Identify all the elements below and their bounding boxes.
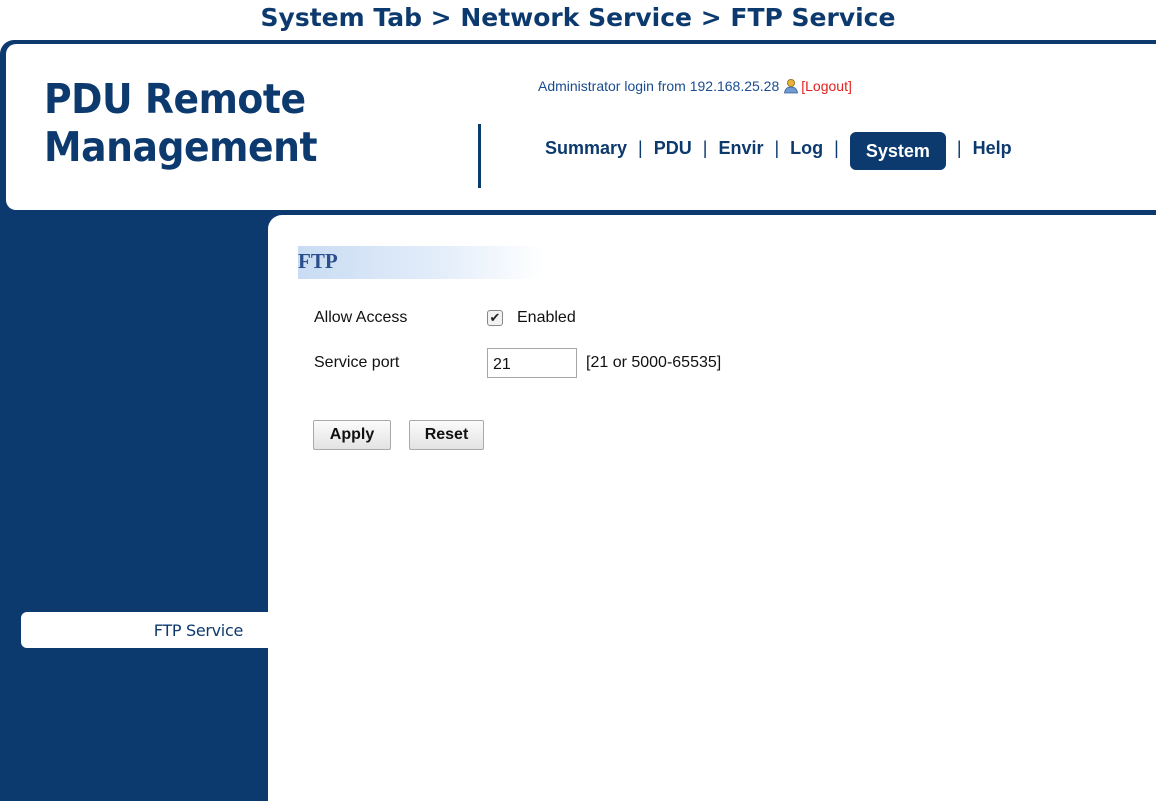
tab-system[interactable]: System — [849, 132, 946, 170]
nav-separator: | — [956, 137, 962, 158]
nav-separator: | — [774, 137, 780, 158]
service-port-label: Service port — [314, 354, 400, 371]
sidebar-item-network-service[interactable]: Network Service — [946, 364, 1131, 388]
sidebar-item-security[interactable]: Security — [1038, 328, 1131, 352]
content-panel — [268, 215, 1156, 801]
enabled-label: Enabled — [517, 309, 576, 326]
sidebar-item-label: FTP Service — [153, 621, 244, 640]
sidebar-item-snmpv3[interactable]: SNMPv3 Service — [1006, 512, 1132, 531]
brand-line-2: Management — [44, 123, 318, 171]
sidebar-item-general[interactable]: General — [1043, 292, 1131, 316]
sidebar-item-tcp-ipv6[interactable]: TCP/IPv6 — [1064, 440, 1131, 459]
brand-line-1: PDU Remote — [44, 75, 306, 123]
allow-access-label: Allow Access — [314, 309, 408, 326]
sidebar-item-console[interactable]: Console Service — [1008, 584, 1132, 603]
brand-logo: PDU Remote Management — [44, 75, 318, 171]
sidebar-item-web[interactable]: Web Service — [1035, 548, 1131, 567]
tab-summary[interactable]: Summary — [545, 138, 627, 159]
sidebar-item-ftp[interactable]: FTP Service — [21, 612, 268, 648]
tab-envir[interactable]: Envir — [718, 138, 763, 159]
tab-pdu[interactable]: PDU — [654, 138, 692, 159]
enabled-checkbox[interactable]: ✔ — [487, 310, 503, 326]
nav-separator: | — [834, 137, 839, 158]
sidebar-item-snmpv1[interactable]: SNMPv1 Service — [1006, 476, 1132, 495]
main-nav: Summary | PDU | Envir | Log | System | H… — [545, 128, 1012, 170]
page-caption: System Tab > Network Service > FTP Servi… — [260, 3, 896, 32]
sidebar-item-tcp-ipv4[interactable]: TCP/IPv4 — [1064, 402, 1131, 421]
login-text: Administrator login from 192.168.25.28 — [538, 78, 780, 94]
login-status: Administrator login from 192.168.25.28 [… — [538, 78, 852, 94]
section-title: FTP — [298, 246, 543, 279]
logout-link[interactable]: [Logout] — [801, 78, 852, 94]
sidebar-item-notification[interactable]: Notification — [1000, 652, 1131, 676]
tab-log[interactable]: Log — [790, 138, 823, 159]
user-icon — [783, 78, 799, 94]
service-port-input[interactable] — [487, 348, 577, 378]
reset-button[interactable]: Reset — [409, 420, 484, 450]
nav-separator: | — [702, 137, 708, 158]
sidebar-item-reset-reboot[interactable]: Reset/Reboot — [979, 688, 1131, 712]
sidebar-item-about[interactable]: About — [1064, 724, 1131, 748]
header-divider — [478, 124, 481, 188]
tab-help[interactable]: Help — [973, 138, 1012, 159]
nav-separator: | — [638, 137, 643, 158]
service-port-hint: [21 or 5000-65535] — [586, 354, 722, 371]
apply-button[interactable]: Apply — [313, 420, 391, 450]
